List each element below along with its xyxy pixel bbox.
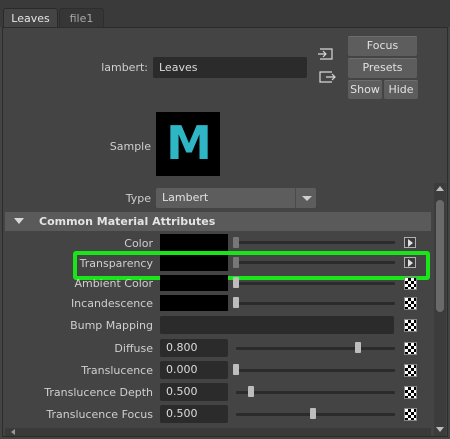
color-swatch[interactable]	[160, 234, 228, 251]
color-slider-track[interactable]	[236, 241, 395, 244]
attr-label-translucence: Translucence	[81, 364, 153, 377]
output-connections-icon[interactable]	[318, 70, 336, 84]
attr-label-ambient-color: Ambient Color	[74, 277, 153, 290]
type-dropdown[interactable]: Lambert	[156, 188, 316, 208]
type-dropdown-value: Lambert	[162, 191, 209, 204]
incandescence-swatch[interactable]	[160, 295, 228, 311]
transparency-highlight-box	[73, 251, 430, 280]
diffuse-value-field[interactable]: 0.800	[160, 339, 228, 357]
tab-file1[interactable]: file1	[59, 8, 104, 27]
maya-logo-icon: M	[166, 116, 212, 170]
dropdown-divider	[295, 188, 296, 208]
diffuse-map-checker-icon[interactable]	[404, 342, 417, 355]
ambient-color-swatch[interactable]	[160, 275, 228, 291]
diffuse-slider-handle[interactable]	[355, 342, 361, 353]
incandescence-map-checker-icon[interactable]	[404, 297, 417, 310]
collapse-arrow-icon	[14, 218, 24, 224]
type-label: Type	[125, 192, 151, 205]
translucence-value-field[interactable]: 0.000	[160, 361, 228, 379]
focus-button[interactable]: Focus	[348, 36, 417, 56]
incandescence-slider-handle[interactable]	[233, 297, 239, 308]
bump-mapping-map-checker-icon[interactable]	[404, 319, 417, 332]
attr-label-color: Color	[124, 237, 153, 250]
translucence-slider-handle[interactable]	[233, 364, 239, 375]
chevron-down-icon	[302, 196, 312, 201]
incandescence-slider-track[interactable]	[236, 302, 395, 305]
attr-label-incandescence: Incandescence	[70, 297, 153, 310]
translucence-focus-value-field[interactable]: 0.500	[160, 405, 228, 423]
translucence-depth-map-checker-icon[interactable]	[404, 386, 417, 399]
attr-label-bump-mapping: Bump Mapping	[70, 319, 153, 332]
bump-mapping-field[interactable]	[160, 316, 394, 334]
scroll-left-icon[interactable]	[11, 429, 15, 435]
vertical-scrollbar[interactable]	[434, 183, 446, 436]
show-button[interactable]: Show	[348, 80, 382, 99]
translucence-map-checker-icon[interactable]	[404, 364, 417, 377]
scroll-up-icon[interactable]	[436, 186, 444, 191]
scroll-down-icon[interactable]	[436, 427, 444, 432]
diffuse-slider-track[interactable]	[236, 347, 395, 350]
material-name-label: lambert:	[101, 61, 148, 74]
ambient-color-slider-track[interactable]	[236, 282, 395, 285]
section-common-material-attributes[interactable]: Common Material Attributes	[5, 212, 431, 231]
translucence-depth-value-field[interactable]: 0.500	[160, 383, 228, 401]
tab-leaves[interactable]: Leaves	[3, 8, 58, 27]
horizontal-scroll-strip[interactable]	[5, 428, 431, 436]
sample-swatch[interactable]: M	[156, 112, 220, 176]
ambient-color-map-checker-icon[interactable]	[404, 277, 417, 290]
attr-label-translucence-depth: Translucence Depth	[44, 386, 153, 399]
translucence-focus-map-checker-icon[interactable]	[404, 408, 417, 421]
translucence-depth-slider-handle[interactable]	[248, 386, 254, 397]
vertical-scroll-thumb[interactable]	[436, 200, 444, 312]
attr-label-diffuse: Diffuse	[114, 342, 153, 355]
presets-button[interactable]: Presets	[348, 58, 417, 78]
ambient-color-slider-handle[interactable]	[233, 277, 239, 288]
hide-button[interactable]: Hide	[384, 80, 418, 99]
material-name-field[interactable]: Leaves	[153, 57, 307, 78]
input-connections-icon[interactable]	[318, 47, 336, 61]
translucence-slider-track[interactable]	[236, 369, 395, 372]
color-slider-handle[interactable]	[233, 237, 239, 248]
translucence-focus-slider-handle[interactable]	[310, 408, 316, 419]
attr-label-translucence-focus: Translucence Focus	[46, 408, 153, 421]
section-title: Common Material Attributes	[39, 215, 216, 228]
sample-label: Sample	[109, 140, 151, 153]
color-map-button-icon[interactable]	[404, 237, 416, 248]
translucence-depth-slider-track[interactable]	[236, 391, 395, 394]
